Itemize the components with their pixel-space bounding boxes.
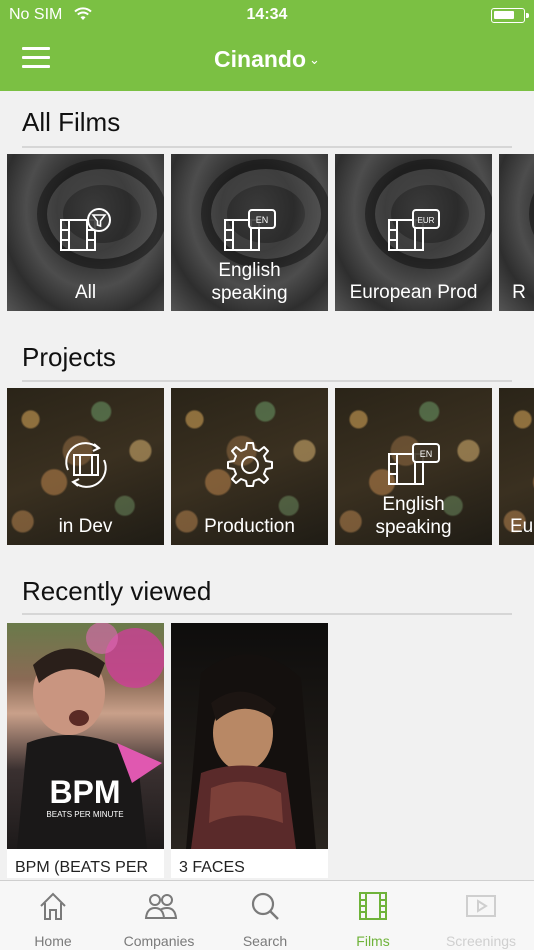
app-title-dropdown[interactable]: Cinando ⌄ <box>0 46 534 73</box>
tab-screenings[interactable]: Screenings <box>428 881 534 950</box>
search-icon <box>251 892 279 920</box>
tile-label: European Prod <box>349 282 478 303</box>
gear-icon <box>171 442 328 493</box>
tab-companies[interactable]: Companies <box>106 881 212 950</box>
category-tile-european-prod[interactable]: EUR European Prod <box>335 154 492 311</box>
tile-label: in Dev <box>58 516 113 537</box>
section-title-projects: Projects <box>22 342 116 372</box>
project-tile-partial[interactable]: Eu <box>499 388 534 545</box>
status-bar: No SIM 14:34 <box>0 0 534 30</box>
tile-label: English speaking <box>375 494 452 538</box>
category-tile-all[interactable]: All <box>7 154 164 311</box>
tab-films[interactable]: Films <box>320 881 426 950</box>
film-poster-image <box>171 623 328 849</box>
play-icon <box>466 895 496 917</box>
film-icon <box>359 892 387 920</box>
svg-text:BEATS PER MINUTE: BEATS PER MINUTE <box>46 810 123 819</box>
project-tile-english-speaking[interactable]: EN English speaking <box>335 388 492 545</box>
svg-text:EUR: EUR <box>417 216 434 225</box>
film-card-bpm[interactable]: BPM BEATS PER MINUTE BPM (BEATS PER <box>7 623 164 878</box>
tab-label: Search <box>242 933 288 949</box>
divider <box>22 380 512 382</box>
film-eur-icon: EUR <box>335 208 492 259</box>
film-title: BPM (BEATS PER <box>15 859 149 876</box>
all-films-row[interactable]: All EN English speaking EUR European Pro… <box>0 154 534 311</box>
film-poster-image: BPM BEATS PER MINUTE <box>7 623 164 849</box>
home-icon <box>40 892 66 920</box>
projects-row[interactable]: in Dev Production EN English speaking Eu <box>0 388 534 545</box>
film-en-icon: EN <box>171 208 328 259</box>
tile-label: Production <box>204 516 295 537</box>
bottom-tab-bar: Home Companies Search Films Screenings <box>0 880 534 950</box>
app-title: Cinando <box>214 46 307 72</box>
tab-home[interactable]: Home <box>0 881 106 950</box>
divider <box>22 613 512 615</box>
tab-search[interactable]: Search <box>212 881 318 950</box>
tile-label: English speaking <box>211 260 288 304</box>
tab-label: Home <box>34 933 72 949</box>
film-filter-icon <box>7 208 164 259</box>
battery-icon <box>491 8 529 23</box>
section-title-all-films: All Films <box>22 107 121 137</box>
tile-label: All <box>74 282 97 303</box>
category-tile-partial[interactable]: R <box>499 154 534 311</box>
clock: 14:34 <box>246 6 288 23</box>
category-tile-english-speaking[interactable]: EN English speaking <box>171 154 328 311</box>
project-tile-in-dev[interactable]: in Dev <box>7 388 164 545</box>
film-title: 3 FACES <box>179 859 245 876</box>
companies-icon <box>144 894 178 919</box>
tab-label: Films <box>356 933 390 949</box>
tile-label: R <box>512 282 526 303</box>
project-tile-production[interactable]: Production <box>171 388 328 545</box>
tab-label: Companies <box>123 933 195 949</box>
top-bar: No SIM 14:34 Cinando ⌄ <box>0 0 534 91</box>
divider <box>22 146 512 148</box>
film-en-icon: EN <box>335 442 492 493</box>
svg-text:EN: EN <box>419 449 432 459</box>
film-cycle-icon <box>7 440 164 495</box>
chevron-down-icon: ⌄ <box>309 52 320 67</box>
tile-label: Eu <box>510 516 534 537</box>
film-card-3-faces[interactable]: 3 FACES <box>171 623 328 878</box>
recently-viewed-row[interactable]: BPM BEATS PER MINUTE BPM (BEATS PER 3 FA… <box>0 623 534 880</box>
svg-text:BPM: BPM <box>49 774 120 810</box>
svg-text:EN: EN <box>255 215 268 225</box>
tab-label: Screenings <box>445 933 517 949</box>
section-title-recently-viewed: Recently viewed <box>22 576 212 606</box>
